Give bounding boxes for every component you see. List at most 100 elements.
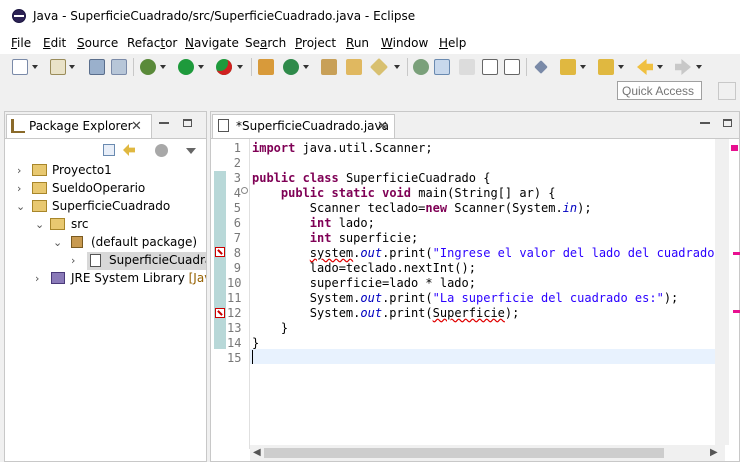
menu-help[interactable]: Help: [439, 36, 466, 50]
save-icon[interactable]: [89, 59, 105, 75]
open-perspective-icon[interactable]: [718, 82, 736, 100]
vertical-scrollbar[interactable]: [715, 139, 729, 445]
code-line[interactable]: int superficie;: [252, 231, 418, 245]
search-dropdown-icon[interactable]: [394, 65, 400, 69]
annotation-icon[interactable]: [413, 59, 429, 75]
forward-icon[interactable]: [675, 59, 691, 75]
minimize-icon[interactable]: [700, 122, 710, 124]
tab-superficiecuadrado-java[interactable]: *SuperficieCuadrado.java ✕: [212, 114, 395, 138]
menu-window[interactable]: Window: [381, 36, 428, 50]
external-tools-icon[interactable]: [216, 59, 232, 75]
code-line[interactable]: System.out.print("La superficie del cuad…: [252, 291, 678, 305]
save-all-icon[interactable]: [111, 59, 127, 75]
back-dropdown-icon[interactable]: [657, 65, 663, 69]
chevron-right-icon[interactable]: ›: [35, 272, 39, 285]
collapse-all-icon[interactable]: [103, 144, 115, 156]
tab-package-explorer[interactable]: Package Explorer ✕: [6, 114, 152, 138]
view-menu-icon[interactable]: [186, 148, 196, 154]
code-line[interactable]: system.out.print("Ingrese el valor del l…: [252, 246, 729, 260]
run-icon[interactable]: [178, 59, 194, 75]
code-line[interactable]: superficie=lado * lado;: [252, 276, 476, 290]
search-icon[interactable]: [369, 57, 389, 77]
scrollbar-thumb[interactable]: [264, 448, 664, 458]
prev-annotation-dropdown-icon[interactable]: [618, 65, 624, 69]
tree-item-src[interactable]: ⌄ src: [5, 216, 206, 234]
chevron-down-icon[interactable]: ⌄: [53, 236, 62, 249]
close-icon[interactable]: ✕: [131, 120, 142, 133]
error-marker-icon[interactable]: [215, 247, 225, 257]
menu-project[interactable]: Project: [295, 36, 336, 50]
code-line[interactable]: public static void main(String[] ar) {: [252, 186, 556, 200]
new-wizard-dropdown-icon[interactable]: [69, 65, 75, 69]
error-overview-mark[interactable]: [733, 252, 740, 255]
code-line[interactable]: }: [252, 336, 259, 350]
block-selection-icon[interactable]: [482, 59, 498, 75]
mark-occurrences-icon[interactable]: [434, 59, 450, 75]
code-line[interactable]: Scanner teclado=new Scanner(System.in);: [252, 201, 592, 215]
run-dropdown-icon[interactable]: [198, 65, 204, 69]
tree-item-superficiecuadrado-java[interactable]: › SuperficieCuadrado.java: [5, 252, 206, 270]
minimize-icon[interactable]: [159, 122, 169, 124]
tree-item-default-package[interactable]: ⌄ (default package): [5, 234, 206, 252]
scroll-left-icon[interactable]: ◀: [253, 447, 261, 458]
tree-item-proyecto1[interactable]: › Proyecto1: [5, 162, 206, 180]
refresh-dropdown-icon[interactable]: [303, 65, 309, 69]
debug-dropdown-icon[interactable]: [160, 65, 166, 69]
prev-annotation-icon[interactable]: [598, 59, 614, 75]
open-type-icon[interactable]: [321, 59, 337, 75]
new-dropdown-icon[interactable]: [32, 65, 38, 69]
forward-dropdown-icon[interactable]: [696, 65, 702, 69]
tree-item-jre-library[interactable]: › JRE System Library [JavaSE-1.8]: [5, 270, 206, 288]
code-line[interactable]: }: [252, 321, 288, 335]
word-wrap-icon[interactable]: [459, 59, 475, 75]
focus-icon[interactable]: [155, 144, 168, 157]
chevron-down-icon[interactable]: ⌄: [35, 218, 44, 231]
fold-collapse-icon[interactable]: [241, 187, 248, 194]
menu-run[interactable]: Run: [346, 36, 369, 50]
open-folder-icon[interactable]: [346, 59, 362, 75]
code-line[interactable]: public class SuperficieCuadrado {: [252, 171, 490, 185]
tree-item-superficiecuadrado[interactable]: ⌄ SuperficieCuadrado: [5, 198, 206, 216]
pin-icon[interactable]: [534, 60, 548, 74]
quick-access-input[interactable]: [617, 81, 702, 100]
next-annotation-icon[interactable]: [560, 59, 576, 75]
editor-tab-label: *SuperficieCuadrado.java: [236, 119, 389, 133]
chevron-right-icon[interactable]: ›: [17, 182, 21, 195]
maximize-icon[interactable]: [183, 119, 192, 127]
back-icon[interactable]: [637, 59, 653, 75]
new-wizard-icon[interactable]: [50, 59, 66, 75]
menu-edit[interactable]: Edit: [43, 36, 66, 50]
close-icon[interactable]: ✕: [377, 120, 388, 133]
new-java-project-icon[interactable]: [258, 59, 274, 75]
line-number: 1: [233, 141, 241, 155]
external-tools-dropdown-icon[interactable]: [237, 65, 243, 69]
maximize-icon[interactable]: [723, 119, 732, 127]
chevron-right-icon[interactable]: ›: [17, 164, 21, 177]
code-line[interactable]: int lado;: [252, 216, 375, 230]
new-icon[interactable]: [12, 59, 28, 75]
java-editor: *SuperficieCuadrado.java ✕ 1 2 3 4 5 6 7…: [210, 111, 740, 462]
chevron-down-icon[interactable]: ⌄: [16, 200, 25, 213]
overview-ruler[interactable]: [729, 139, 739, 449]
next-annotation-dropdown-icon[interactable]: [580, 65, 586, 69]
error-marker-icon[interactable]: [215, 308, 225, 318]
tree-item-sueldooperario[interactable]: › SueldoOperario: [5, 180, 206, 198]
code-line[interactable]: System.out.print(Superficie);: [252, 306, 520, 320]
code-line[interactable]: import java.util.Scanner;: [252, 141, 433, 155]
debug-icon[interactable]: [140, 59, 156, 75]
menu-navigate[interactable]: Navigate: [185, 36, 239, 50]
error-overview-mark[interactable]: [733, 310, 740, 313]
menu-source[interactable]: Source: [77, 36, 118, 50]
menu-search[interactable]: Search: [245, 36, 286, 50]
tree-label: src: [71, 217, 89, 231]
horizontal-scrollbar[interactable]: ◀ ▶: [250, 445, 725, 461]
menu-refactor[interactable]: Refactor: [127, 36, 177, 50]
menu-file[interactable]: File: [11, 36, 31, 50]
show-whitespace-icon[interactable]: [504, 59, 520, 75]
code-line[interactable]: lado=teclado.nextInt();: [252, 261, 476, 275]
refresh-icon[interactable]: [283, 59, 299, 75]
link-with-editor-icon[interactable]: [123, 144, 135, 156]
error-summary-icon[interactable]: [731, 145, 738, 151]
chevron-right-icon[interactable]: ›: [71, 254, 75, 267]
scroll-right-icon[interactable]: ▶: [710, 447, 718, 458]
